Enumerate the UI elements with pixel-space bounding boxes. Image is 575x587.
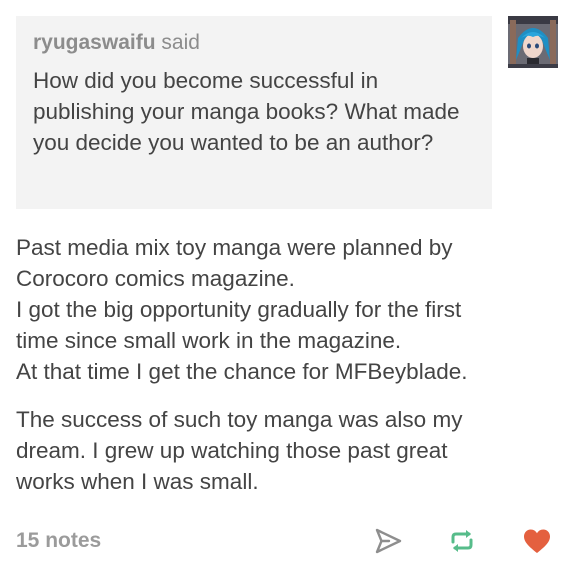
reblog-button[interactable] (447, 526, 477, 556)
answer-paragraph-1: Past media mix toy manga were planned by… (16, 232, 556, 387)
reblog-icon (451, 530, 473, 552)
heart-icon (524, 529, 550, 553)
answer-line: works when I was small. (16, 469, 259, 494)
answer-line: At that time I get the chance for MFBeyb… (16, 359, 468, 384)
answer-line: I got the big opportunity gradually for … (16, 297, 462, 322)
like-button[interactable] (522, 526, 552, 556)
asker-name-link[interactable]: ryugaswaifu (33, 31, 156, 54)
said-label: said (161, 31, 200, 54)
answer-line: time since small work in the magazine. (16, 328, 402, 353)
share-button[interactable] (373, 526, 403, 556)
ask-box: ryugaswaifu said How did you become succ… (16, 16, 492, 209)
asker-line: ryugaswaifu said (33, 30, 476, 56)
answer-paragraph-2: The success of such toy manga was also m… (16, 404, 556, 497)
share-paper-plane-icon (375, 528, 402, 554)
answer-line: The success of such toy manga was also m… (16, 407, 463, 432)
asker-avatar[interactable] (508, 16, 558, 68)
avatar-image-icon (508, 16, 558, 68)
answer-line: Past media mix toy manga were planned by (16, 235, 453, 260)
answer-line: Corocoro comics magazine. (16, 266, 295, 291)
post-footer: 15 notes (16, 526, 560, 556)
notes-count-link[interactable]: 15 notes (16, 528, 101, 554)
answer-line: dream. I grew up watching those past gre… (16, 438, 448, 463)
question-text: How did you become successful in publish… (33, 68, 460, 155)
